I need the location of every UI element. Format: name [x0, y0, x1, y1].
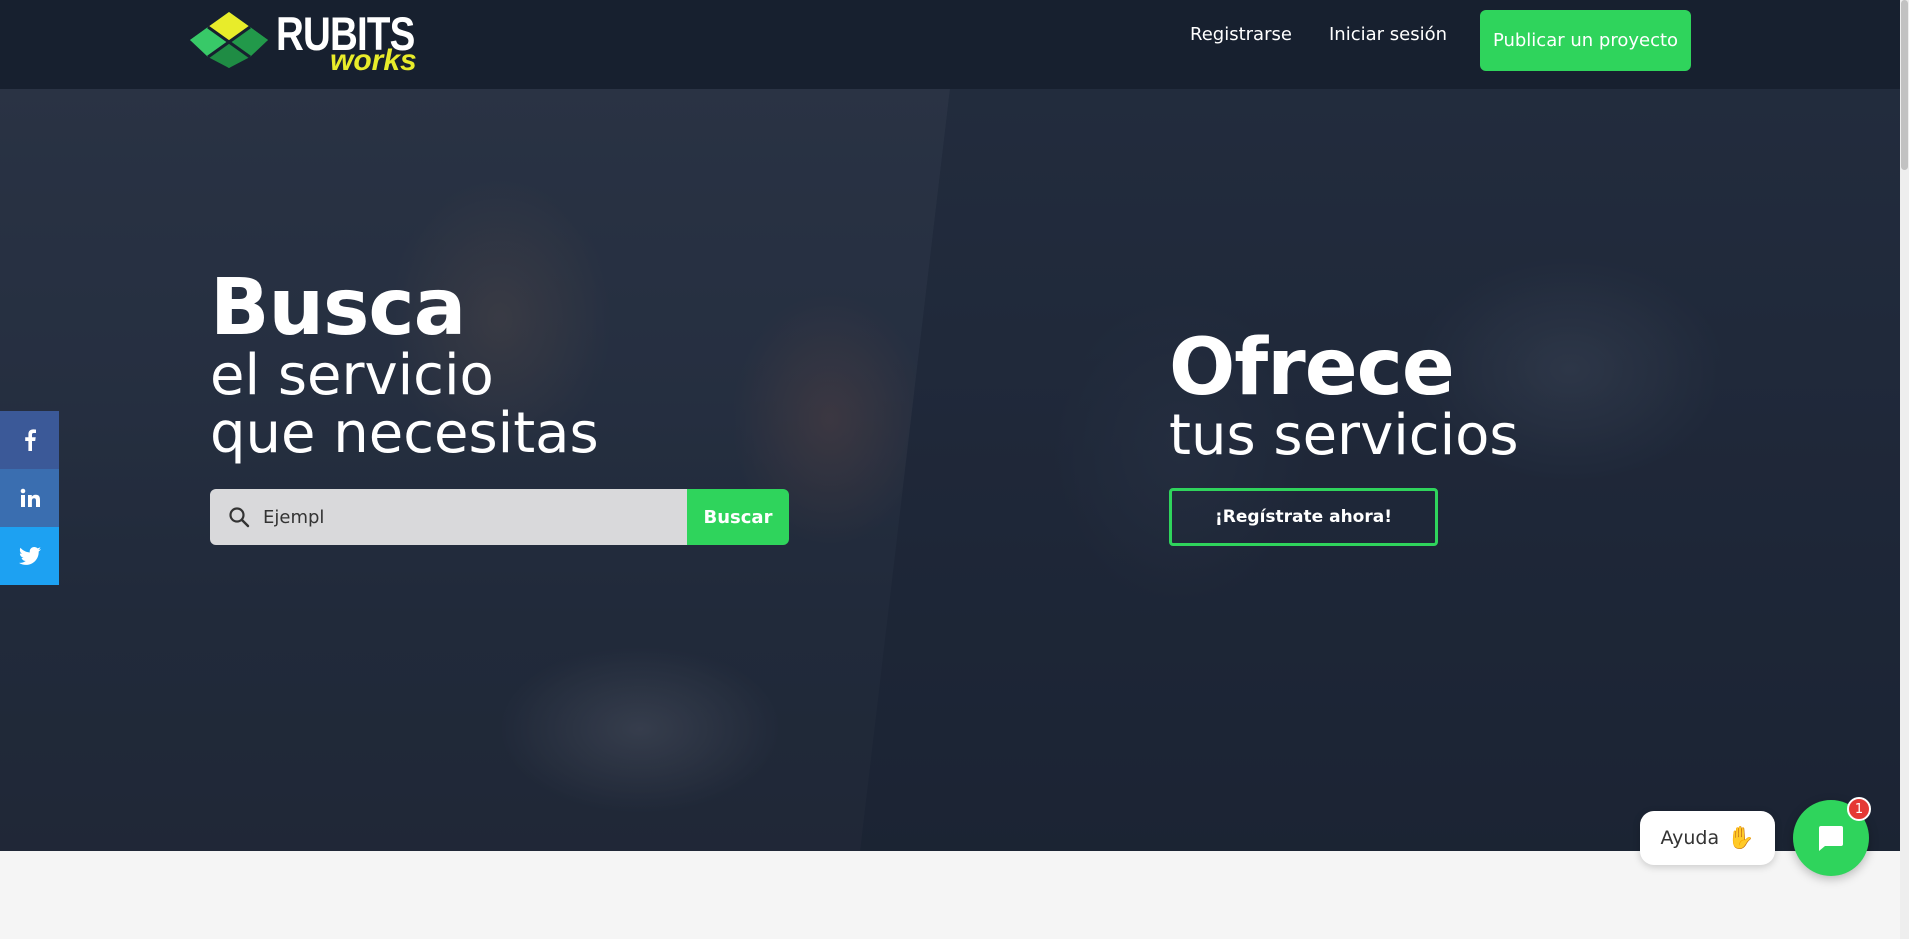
share-twitter-button[interactable]: [0, 527, 59, 585]
publish-project-button[interactable]: Publicar un proyecto: [1480, 10, 1691, 71]
rubits-works-logo[interactable]: RUBITS works: [190, 10, 430, 78]
search-input[interactable]: [210, 489, 687, 545]
logo-suffix-text: works: [330, 44, 417, 77]
busca-subheading-line2: que necesitas: [210, 401, 599, 466]
register-now-button[interactable]: ¡Regístrate ahora!: [1169, 488, 1438, 546]
social-share-bar: [0, 411, 59, 585]
help-label: Ayuda: [1660, 827, 1720, 849]
help-bubble[interactable]: Ayuda ✋: [1640, 811, 1775, 865]
linkedin-icon: [20, 488, 40, 507]
content-section-below-hero: [0, 851, 1900, 939]
share-facebook-button[interactable]: [0, 411, 59, 469]
search-field-container: [210, 489, 687, 545]
waving-hand-icon: ✋: [1727, 825, 1755, 851]
site-header: RUBITS works Registrarse Iniciar sesión …: [0, 0, 1900, 89]
hero-section: Busca el servicio que necesitas Buscar O…: [0, 89, 1900, 851]
logo-diamond-icon: [190, 12, 268, 68]
hero-background-photo: [0, 89, 1900, 851]
service-search-bar: Buscar: [210, 489, 789, 545]
nav-login-link[interactable]: Iniciar sesión: [1329, 24, 1447, 45]
search-icon: [229, 507, 250, 528]
twitter-icon: [18, 547, 41, 565]
facebook-icon: [24, 429, 36, 451]
nav-register-link[interactable]: Registrarse: [1190, 24, 1292, 45]
share-linkedin-button[interactable]: [0, 469, 59, 527]
scrollbar-thumb[interactable]: [1901, 0, 1908, 170]
chat-bubble-icon: [1819, 826, 1843, 851]
page-scrollbar[interactable]: [1900, 0, 1909, 939]
search-button[interactable]: Buscar: [687, 489, 789, 545]
busca-subheading: el servicio que necesitas: [210, 347, 730, 463]
ofrece-heading: Ofrece: [1169, 323, 1455, 413]
chat-notification-badge: 1: [1847, 797, 1871, 821]
hero-dark-overlay: [0, 89, 1900, 851]
busca-heading: Busca: [210, 263, 466, 353]
busca-subheading-line1: el servicio: [210, 343, 494, 408]
ofrece-subheading: tus servicios: [1169, 403, 1519, 468]
